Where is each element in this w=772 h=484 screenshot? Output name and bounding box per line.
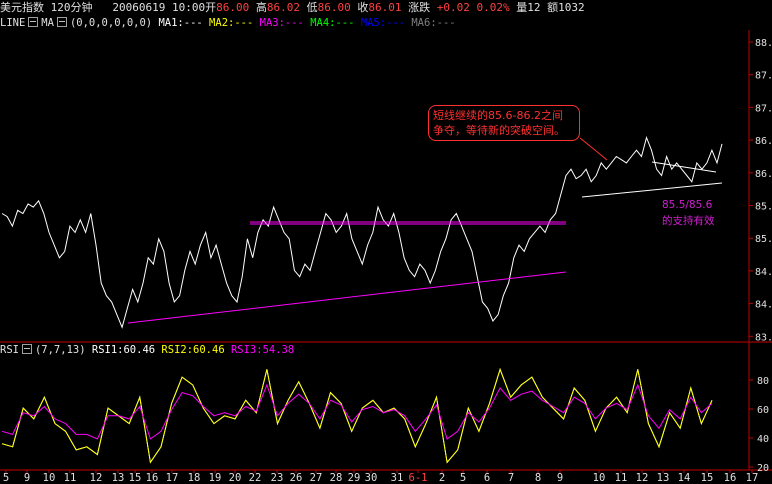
x-tick-label: 8: [535, 472, 541, 484]
rising-support-trendline: [127, 271, 567, 324]
x-tick-label: 19: [209, 472, 222, 484]
y-tick-label: 85.: [755, 234, 772, 245]
x-tick-label: 31: [391, 472, 404, 484]
y-tick-label: 85.: [755, 202, 772, 213]
rsi-y-tick-label: 80: [757, 376, 769, 387]
y-tick-label: 88.: [755, 38, 772, 49]
x-tick-label: 10: [43, 472, 56, 484]
x-tick-label: 30: [365, 472, 378, 484]
x-tick-label: 14: [678, 472, 691, 484]
annotation-pointer: [579, 137, 608, 161]
x-tick-label: 28: [330, 472, 343, 484]
x-tick-label: 16: [146, 472, 159, 484]
x-tick-label: 20: [229, 472, 242, 484]
x-tick-label: 12: [636, 472, 649, 484]
x-tick-label: 11: [615, 472, 628, 484]
y-tick-label: 87.: [755, 71, 772, 82]
x-tick-label: 22: [249, 472, 262, 484]
x-tick-label: 10: [593, 472, 606, 484]
y-tick-label: 86.: [755, 136, 772, 147]
x-tick-label: 17: [746, 472, 759, 484]
x-tick-label: 17: [166, 472, 179, 484]
price-line: [1, 136, 723, 329]
x-tick-label: 2: [439, 472, 445, 484]
x-tick-label: 13: [657, 472, 670, 484]
annotation-line: 短线继续的85.6-86.2之间: [433, 109, 563, 122]
rsi-y-tick-label: 60: [757, 405, 769, 416]
x-tick-label: 27: [310, 472, 323, 484]
y-tick-label: 84.: [755, 267, 772, 278]
x-tick-label: 18: [188, 472, 201, 484]
x-tick-label: 13: [112, 472, 125, 484]
x-tick-label: 5: [3, 472, 9, 484]
y-tick-label: 87.: [755, 103, 772, 114]
support-note: 85.5/85.6 的支持有效: [662, 197, 715, 229]
rsi-y-tick-label: 40: [757, 434, 769, 445]
y-tick-label: 86.: [755, 169, 772, 180]
x-tick-label: 7: [508, 472, 514, 484]
x-tick-label: 9: [557, 472, 563, 484]
y-tick-label: 83.: [755, 332, 772, 343]
x-tick-label: 6-1: [409, 472, 428, 484]
rsi-y-tick-label: 20: [757, 463, 769, 474]
annotation-box: 短线继续的85.6-86.2之间 争夺，等待新的突破空间。: [428, 105, 580, 141]
x-tick-label: 9: [24, 472, 30, 484]
chart-canvas[interactable]: 88. 87. 87. 86. 86. 85. 85. 84. 84. 83. 80 60 40 20 5 9…: [0, 0, 772, 484]
rsi3-line: [1, 383, 713, 440]
support-note-line: 85.5/85.6: [662, 199, 713, 211]
x-tick-label: 23: [271, 472, 284, 484]
x-tick-label: 26: [290, 472, 303, 484]
support-note-line: 的支持有效: [662, 215, 715, 227]
annotation-line: 争夺，等待新的突破空间。: [433, 124, 565, 137]
x-tick-label: 5: [460, 472, 466, 484]
x-tick-label: 15: [701, 472, 714, 484]
x-tick-label: 15: [129, 472, 142, 484]
x-tick-label: 29: [348, 472, 361, 484]
x-tick-label: 6: [484, 472, 490, 484]
y-tick-label: 84.: [755, 300, 772, 311]
x-tick-label: 12: [90, 472, 103, 484]
x-tick-label: 11: [64, 472, 77, 484]
x-tick-label: 16: [724, 472, 737, 484]
support-trendline: [581, 182, 723, 198]
